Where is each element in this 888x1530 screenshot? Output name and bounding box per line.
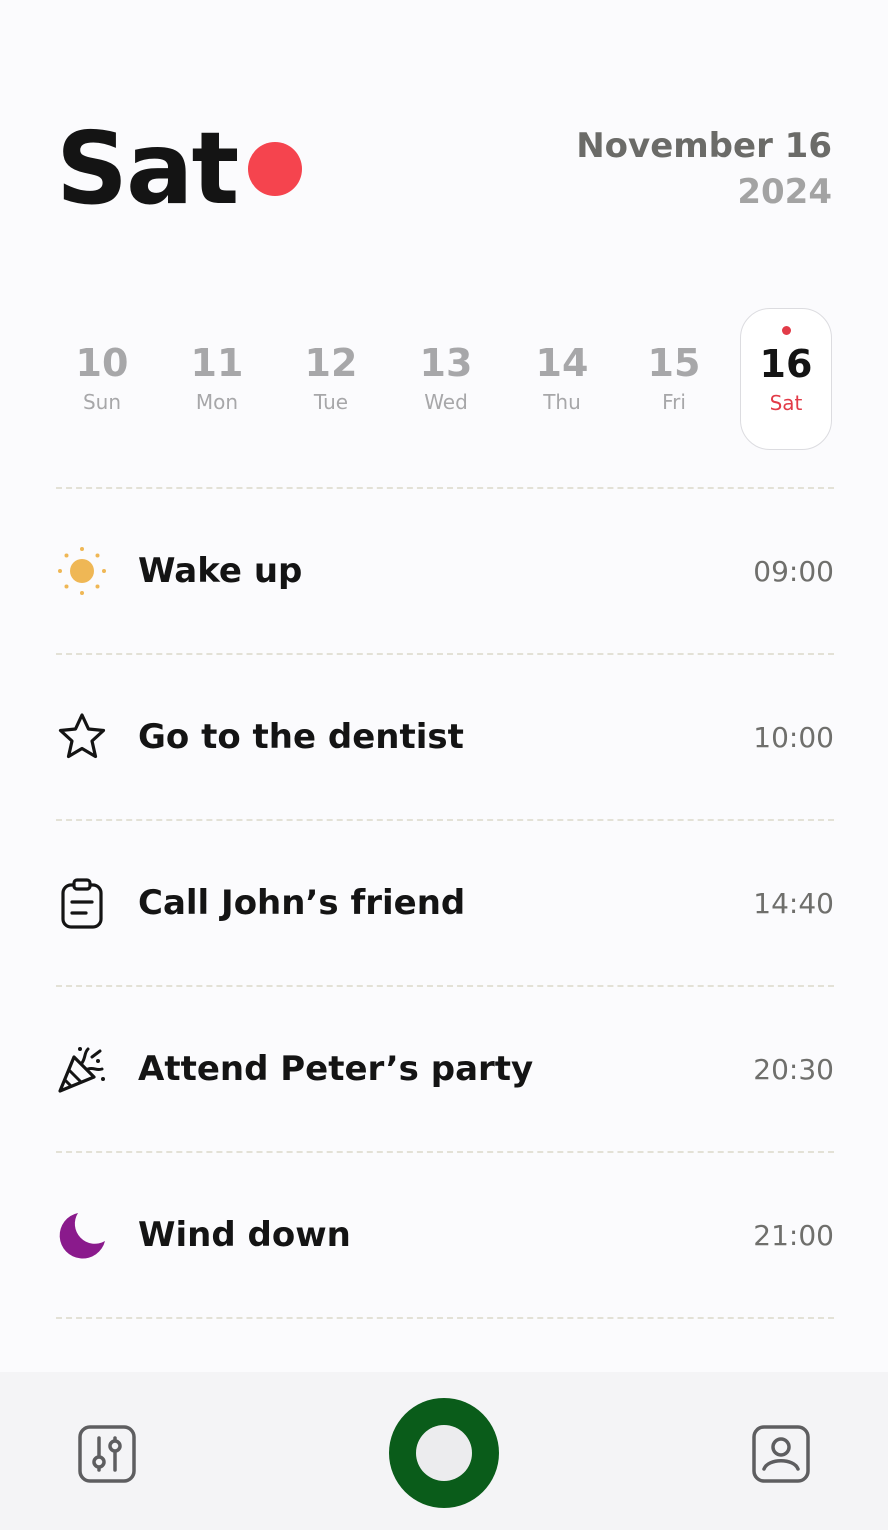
today-indicator-dot xyxy=(248,142,302,196)
profile-icon xyxy=(752,1425,810,1483)
divider xyxy=(56,1317,834,1319)
party-popper-icon xyxy=(56,1043,108,1095)
divider xyxy=(56,653,834,655)
event-title: Wake up xyxy=(138,551,303,591)
month-day: November 16 xyxy=(576,126,832,166)
week-strip: 10 Sun 11 Mon 12 Tue 13 Wed 14 Thu 15 Fr… xyxy=(56,308,834,450)
week-day-sun[interactable]: 10 Sun xyxy=(56,308,148,450)
week-day-label: Fri xyxy=(662,390,686,414)
app-screen: Sat November 16 2024 10 Sun 11 Mon 12 Tu… xyxy=(0,0,888,1530)
week-day-number: 14 xyxy=(535,341,589,385)
selected-day-dot xyxy=(782,326,791,335)
week-day-number: 11 xyxy=(190,341,244,385)
divider xyxy=(56,985,834,987)
week-day-thu[interactable]: 14 Thu xyxy=(516,308,608,450)
week-day-sat-selected[interactable]: 16 Sat xyxy=(740,308,832,450)
week-day-wed[interactable]: 13 Wed xyxy=(400,308,492,450)
event-item-party[interactable]: Attend Peter’s party 20:30 xyxy=(56,1019,834,1119)
event-item-wind-down[interactable]: Wind down 21:00 xyxy=(56,1185,834,1285)
week-day-number: 12 xyxy=(304,341,358,385)
week-day-label: Wed xyxy=(424,390,468,414)
week-day-label: Sat xyxy=(769,391,803,415)
event-time: 10:00 xyxy=(753,721,834,754)
record-button-inner xyxy=(416,1425,472,1481)
week-day-label: Tue xyxy=(313,390,349,414)
profile-button[interactable] xyxy=(751,1424,811,1484)
bottom-nav-bar xyxy=(0,1372,888,1530)
divider xyxy=(56,1151,834,1153)
week-day-fri[interactable]: 15 Fri xyxy=(628,308,720,450)
settings-sliders-icon xyxy=(78,1425,136,1483)
day-title: Sat xyxy=(56,110,239,227)
week-day-number: 15 xyxy=(647,341,701,385)
event-time: 14:40 xyxy=(753,887,834,920)
record-button[interactable] xyxy=(389,1398,499,1508)
star-icon xyxy=(56,711,108,763)
week-day-number: 16 xyxy=(759,342,813,386)
event-item-wake-up[interactable]: Wake up 09:00 xyxy=(56,521,834,621)
week-day-mon[interactable]: 11 Mon xyxy=(171,308,263,450)
event-title: Call John’s friend xyxy=(138,883,466,923)
week-day-label: Mon xyxy=(195,390,239,414)
event-item-dentist[interactable]: Go to the dentist 10:00 xyxy=(56,687,834,787)
event-title: Attend Peter’s party xyxy=(138,1049,534,1089)
divider xyxy=(56,819,834,821)
moon-icon xyxy=(56,1209,108,1261)
week-day-label: Thu xyxy=(543,390,581,414)
date-block: November 16 2024 xyxy=(576,124,832,216)
event-time: 20:30 xyxy=(753,1053,834,1086)
event-time: 09:00 xyxy=(753,555,834,588)
sun-icon xyxy=(56,545,108,597)
week-day-tue[interactable]: 12 Tue xyxy=(285,308,377,450)
divider xyxy=(56,487,834,489)
clipboard-icon xyxy=(56,877,108,929)
settings-sliders-button[interactable] xyxy=(77,1424,137,1484)
event-item-call-friend[interactable]: Call John’s friend 14:40 xyxy=(56,853,834,953)
week-day-label: Sun xyxy=(82,390,122,414)
event-time: 21:00 xyxy=(753,1219,834,1252)
week-day-number: 13 xyxy=(419,341,473,385)
event-title: Wind down xyxy=(138,1215,351,1255)
year: 2024 xyxy=(737,172,832,212)
header: Sat November 16 2024 xyxy=(56,110,832,227)
week-day-number: 10 xyxy=(75,341,129,385)
event-title: Go to the dentist xyxy=(138,717,464,757)
